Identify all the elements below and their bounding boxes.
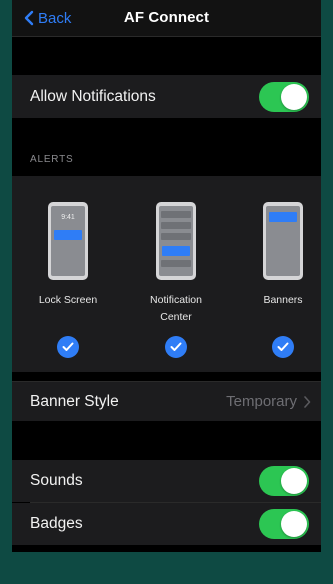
allow-notifications-row: Allow Notifications xyxy=(12,75,321,118)
banner-style-label: Banner Style xyxy=(30,392,119,410)
preview-strip xyxy=(161,222,191,229)
sounds-toggle[interactable] xyxy=(259,466,309,496)
settings-screen: Back AF Connect Allow Notifications ALER… xyxy=(12,0,321,552)
notification-bar xyxy=(269,212,297,222)
banner-style-row[interactable]: Banner Style Temporary xyxy=(12,381,321,421)
lock-screen-preview-icon: 9:41 xyxy=(48,202,88,280)
notification-bar xyxy=(162,246,190,256)
sounds-row: Sounds xyxy=(12,460,321,502)
chevron-right-icon xyxy=(304,395,311,408)
notification-bar xyxy=(54,230,82,240)
alerts-section-header: ALERTS xyxy=(30,154,74,165)
allow-notifications-label: Allow Notifications xyxy=(30,87,156,105)
badges-label: Badges xyxy=(30,515,83,532)
page-title: AF Connect xyxy=(123,9,210,26)
badges-row: Badges xyxy=(12,503,321,545)
badges-toggle[interactable] xyxy=(259,509,309,539)
preview-strip xyxy=(161,260,191,267)
checkmark-icon[interactable] xyxy=(165,336,187,358)
preview-time: 9:41 xyxy=(61,214,75,221)
alerts-panel: 9:41 Lock Screen Notification Center Ban… xyxy=(12,176,321,372)
toggle-knob xyxy=(281,468,307,494)
alert-option-lock-screen[interactable]: 9:41 Lock Screen xyxy=(18,176,118,372)
toggle-knob xyxy=(281,511,307,537)
alert-option-label: Lock Screen xyxy=(38,294,98,306)
notification-center-preview-icon xyxy=(156,202,196,280)
toggle-knob xyxy=(281,83,307,110)
banners-preview-icon xyxy=(263,202,303,280)
preview-strip xyxy=(161,233,191,240)
alert-option-label: Banners xyxy=(263,294,303,306)
alert-option-banners[interactable]: Banners xyxy=(233,176,321,372)
alert-option-label: Notification Center xyxy=(150,294,202,323)
navigation-bar: Back AF Connect xyxy=(12,0,321,37)
alert-option-notification-center[interactable]: Notification Center xyxy=(126,176,226,372)
preview-strip xyxy=(161,211,191,218)
checkmark-icon[interactable] xyxy=(57,336,79,358)
allow-notifications-toggle[interactable] xyxy=(259,81,309,112)
checkmark-icon[interactable] xyxy=(272,336,294,358)
banner-style-value: Temporary xyxy=(226,393,297,410)
sounds-label: Sounds xyxy=(30,472,83,489)
